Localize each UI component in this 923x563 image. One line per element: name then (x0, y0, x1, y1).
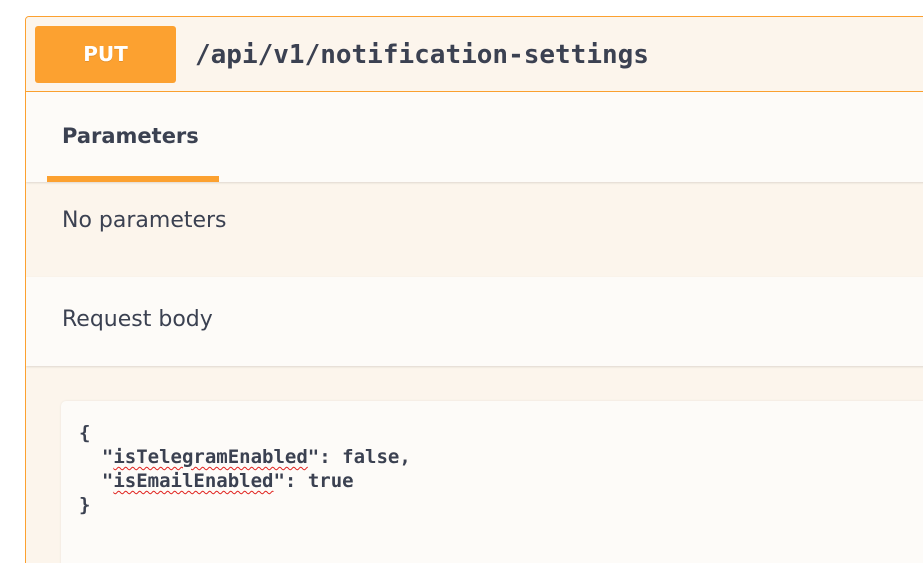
operation-summary[interactable]: PUT /api/v1/notification-settings (26, 17, 923, 92)
code-line-email: "isEmailEnabled": true (79, 470, 354, 492)
code-key-telegram: isTelegramEnabled (113, 446, 308, 468)
code-value-telegram: false (342, 446, 400, 468)
operation-block: PUT /api/v1/notification-settings Parame… (25, 16, 923, 563)
active-tab-indicator (47, 176, 219, 182)
no-parameters-message: No parameters (62, 208, 227, 233)
tab-parameters[interactable]: Parameters (47, 92, 219, 182)
tabs-header: Parameters (26, 92, 923, 182)
code-open-brace: { (79, 422, 91, 444)
request-body-code: { "isTelegramEnabled": false, "isEmailEn… (79, 421, 411, 517)
code-close-brace: } (79, 494, 91, 516)
code-key-email: isEmailEnabled (113, 470, 274, 492)
tab-parameters-label: Parameters (62, 124, 199, 148)
request-body-editor[interactable]: { "isTelegramEnabled": false, "isEmailEn… (61, 401, 923, 563)
code-comma: , (399, 446, 411, 468)
method-badge: PUT (35, 26, 176, 83)
code-value-email: true (307, 470, 354, 492)
code-line-telegram: "isTelegramEnabled": false, (79, 446, 411, 468)
endpoint-path: /api/v1/notification-settings (195, 40, 649, 70)
request-body-header: Request body (26, 277, 923, 366)
request-body-title: Request body (62, 307, 213, 332)
